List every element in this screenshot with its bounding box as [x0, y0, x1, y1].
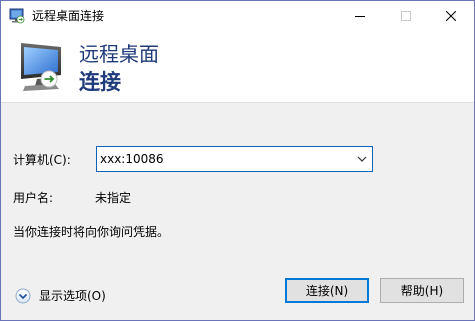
remote-desktop-icon [9, 8, 25, 24]
header-banner: 远程桌面 连接 [1, 31, 474, 103]
banner-title-line1: 远程桌面 [79, 42, 159, 66]
chevron-down-circle-icon[interactable] [15, 288, 31, 304]
remote-desktop-monitor-icon [21, 43, 61, 91]
connect-button[interactable]: 连接(N) [285, 278, 369, 303]
show-options-toggle[interactable]: 显示选项(O) [15, 287, 106, 305]
username-value: 未指定 [95, 191, 132, 205]
computer-input[interactable] [100, 149, 340, 169]
minimize-icon [355, 16, 365, 17]
close-icon [446, 11, 456, 21]
close-button[interactable] [428, 1, 474, 31]
help-button[interactable]: 帮助(H) [380, 278, 464, 303]
show-options-label[interactable]: 显示选项(O) [39, 288, 106, 304]
maximize-icon [401, 11, 411, 21]
computer-label: 计算机(C): [13, 153, 71, 167]
window-title: 远程桌面连接 [32, 9, 105, 23]
username-label: 用户名: [13, 191, 54, 205]
remote-desktop-window: 远程桌面连接 远程桌面 连接 计算机(C): xxx:10086 用户名: 未指… [0, 0, 475, 321]
maximize-button [383, 1, 429, 31]
title-bar[interactable]: 远程桌面连接 [1, 1, 474, 31]
banner-title-line2: 连接 [79, 70, 121, 94]
computer-combobox[interactable] [96, 146, 373, 172]
chevron-down-icon[interactable] [356, 153, 368, 165]
credentials-note: 当你连接时将向你询问凭据。 [13, 225, 170, 239]
minimize-button[interactable] [337, 1, 383, 31]
